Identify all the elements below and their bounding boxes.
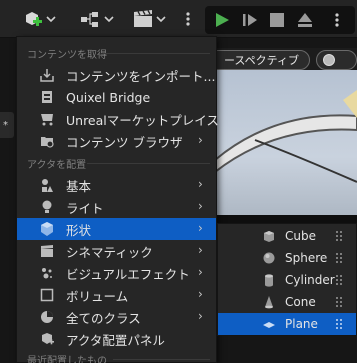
quick-add-menu: コンテンツを取得 コンテンツをインポート... Quixel Bridge Un… (16, 36, 219, 363)
play-controls (205, 6, 355, 34)
chevron-right-icon: › (198, 243, 203, 257)
viewport-side-tab[interactable]: * (0, 112, 14, 138)
vertical-ellipsis-icon (186, 12, 190, 26)
drag-handle-icon (336, 319, 342, 329)
chevron-right-icon: › (198, 221, 203, 235)
menu-item-all-classes[interactable]: 全てのクラス › (17, 306, 216, 328)
import-icon (40, 69, 54, 82)
submenu-item-cylinder[interactable]: Cylinder (218, 269, 356, 291)
submenu-item-label: Cylinder (285, 273, 335, 287)
menu-item-volume[interactable]: ボリューム › (17, 284, 216, 306)
star-icon: * (3, 120, 8, 131)
scene-geometry (215, 90, 357, 183)
light-icon (42, 200, 52, 213)
menu-item-label: Quixel Bridge (66, 89, 151, 105)
submenu-item-plane[interactable]: Plane (218, 313, 356, 335)
svg-text:*: * (3, 120, 8, 131)
submenu-item-cone[interactable]: Cone (218, 291, 356, 313)
menu-item-label: ビジュアルエフェクト (66, 266, 190, 282)
lit-sphere-icon (323, 54, 335, 66)
chevron-right-icon: › (198, 177, 203, 191)
cylinder-icon (265, 274, 273, 287)
marketplace-icon (41, 114, 53, 126)
content-browser-icon (41, 137, 54, 148)
chevron-right-icon: › (198, 287, 203, 301)
place-actors-panel-icon (42, 333, 54, 345)
menu-item-marketplace[interactable]: Unrealマーケットプレイス (17, 108, 219, 130)
submenu-item-label: Plane (285, 317, 318, 331)
menu-item-shapes[interactable]: 形状 › (17, 218, 216, 240)
perspective-label: ースペクティブ (223, 54, 299, 67)
drag-handle-icon (336, 275, 342, 285)
drag-handle-icon (336, 231, 342, 241)
blueprint-icon (81, 12, 114, 27)
submenu-item-sphere[interactable]: Sphere (218, 247, 356, 269)
menu-item-label: 全てのクラス (66, 310, 141, 326)
menu-item-label: ボリューム (66, 288, 129, 304)
menu-item-basic[interactable]: 基本 › (17, 174, 216, 196)
play-icon[interactable] (213, 11, 231, 29)
section-header-get-content: コンテンツを取得 (27, 50, 107, 61)
submenu-item-label: Cone (285, 295, 316, 309)
section-header-place-actors: アクタを配置 (27, 160, 87, 171)
chevron-right-icon: › (198, 309, 203, 323)
menu-item-place-actors-panel[interactable]: アクタ配置パネル (17, 328, 216, 350)
menu-item-label: アクタ配置パネル (66, 332, 165, 348)
sphere-icon (263, 252, 275, 264)
basic-icon (42, 179, 53, 192)
eject-icon[interactable] (296, 11, 314, 29)
chevron-right-icon: › (198, 199, 203, 213)
quixel-bridge-icon (42, 91, 52, 103)
menu-item-import-content[interactable]: コンテンツをインポート... (17, 64, 216, 86)
view-mode-button[interactable] (316, 50, 357, 70)
menu-item-light[interactable]: ライト › (17, 196, 216, 218)
menu-item-quixel-bridge[interactable]: Quixel Bridge (17, 86, 216, 108)
quick-add-button[interactable] (20, 6, 60, 32)
submenu-item-label: Cube (285, 229, 316, 243)
add-actor-icon (26, 12, 56, 26)
clapperboard-icon (134, 10, 166, 27)
menu-item-visual-effects[interactable]: ビジュアルエフェクト › (17, 262, 216, 284)
divider (113, 359, 210, 360)
menu-item-label: シネマティック (66, 244, 153, 260)
divider (103, 53, 210, 54)
cone-icon (265, 296, 273, 309)
shapes-icon (41, 222, 53, 236)
cinematics-button[interactable] (130, 6, 172, 32)
shapes-submenu: Cube Sphere Cylinder Cone Plane (217, 223, 357, 336)
visual-effects-icon (42, 268, 52, 279)
play-options-icon[interactable] (330, 11, 344, 29)
volume-icon (40, 288, 54, 302)
menu-item-label: Unrealマーケットプレイス (66, 112, 219, 128)
menu-item-label: 基本 (66, 178, 92, 194)
menu-item-cinematic[interactable]: シネマティック › (17, 240, 216, 262)
menu-item-label: コンテンツをインポート... (66, 68, 216, 84)
drag-handle-icon (336, 297, 342, 307)
blueprint-button[interactable] (78, 6, 120, 32)
menu-item-content-browser[interactable]: コンテンツ ブラウザ › (17, 130, 216, 152)
cube-icon (264, 231, 274, 242)
chevron-right-icon: › (198, 133, 203, 147)
menu-item-label: ライト (66, 200, 104, 216)
menu-item-label: 形状 (66, 222, 92, 238)
cinematic-icon (41, 245, 53, 257)
section-header-recently-placed: 最近配置したもの (27, 356, 107, 363)
stop-icon[interactable] (268, 11, 286, 29)
chevron-right-icon: › (198, 265, 203, 279)
submenu-item-label: Sphere (285, 251, 328, 265)
plane-icon (263, 322, 275, 328)
divider (87, 163, 210, 164)
menu-item-label: コンテンツ ブラウザ (66, 134, 183, 150)
drag-handle-icon (336, 253, 342, 263)
all-classes-icon (41, 311, 53, 323)
viewport-scene (215, 70, 357, 215)
more-options-button[interactable] (182, 6, 194, 32)
advance-frame-icon[interactable] (241, 11, 259, 29)
main-toolbar (0, 0, 357, 38)
submenu-item-cube[interactable]: Cube (218, 225, 356, 247)
